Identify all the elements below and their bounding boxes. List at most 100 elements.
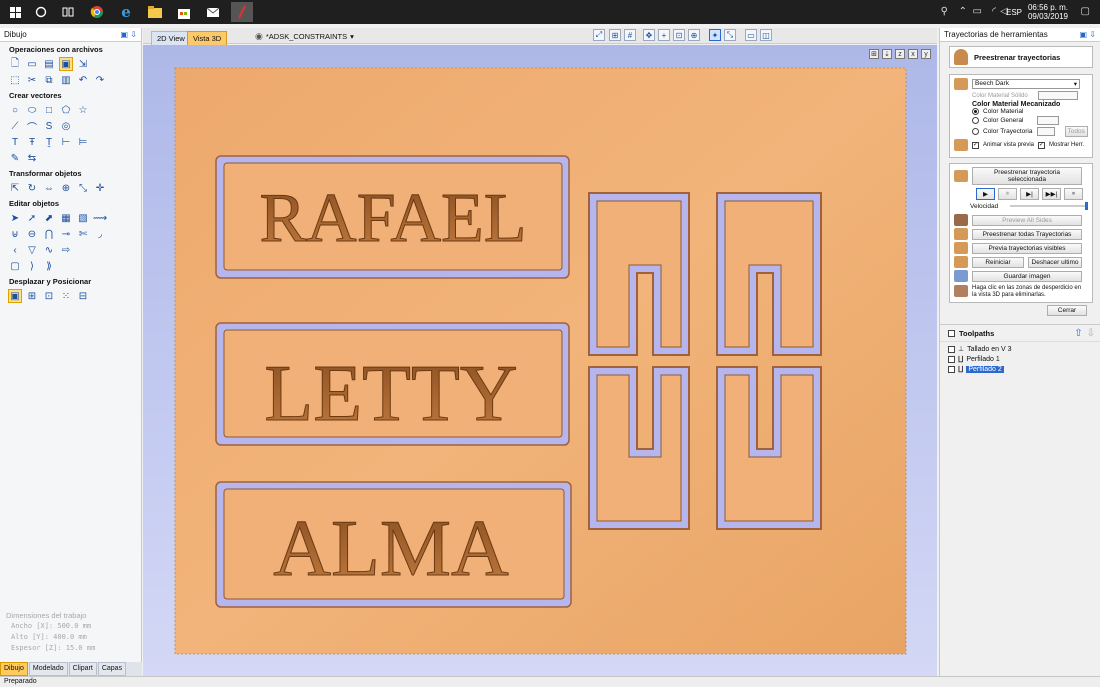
text-frame-icon[interactable]: Ŧ [25, 135, 39, 149]
pause-icon[interactable]: ⏸ [998, 188, 1017, 200]
spiral-round-icon[interactable]: ◎ [59, 119, 73, 133]
tab-dibujo[interactable]: Dibujo [0, 662, 28, 676]
rectangle-icon[interactable]: □ [42, 103, 56, 117]
toolpath-checkbox[interactable] [948, 345, 955, 353]
scale-icon[interactable]: ⤡ [76, 181, 90, 195]
reset-button[interactable]: Reiniciar [972, 256, 1024, 268]
scissors-icon[interactable]: ✄ [76, 227, 90, 241]
copy-icon[interactable]: ⧉ [42, 73, 56, 87]
grid-icon[interactable]: ⊞ [25, 289, 39, 303]
layer-selector[interactable]: ◉ *ADSK_CONSTRAINTS ▾ [255, 31, 354, 42]
group-icon[interactable]: ▦ [59, 211, 73, 225]
zoom-in-icon[interactable]: + [658, 29, 670, 41]
select-frame-icon[interactable]: ⬚ [8, 73, 22, 87]
zoom-box-icon[interactable]: ⊡ [673, 29, 685, 41]
select-icon[interactable]: ➤ [8, 211, 22, 225]
animate-checkbox[interactable]: ✓ [972, 141, 979, 149]
pan-icon[interactable]: ✥ [643, 29, 655, 41]
3d-viewport[interactable]: ⊞ ⇣ z x y RAFAEL LETTY ALMA [143, 45, 937, 676]
fillet-icon[interactable]: ◞ [93, 227, 107, 241]
toolpath-item[interactable]: ⊥ Tallado en V 3 [948, 344, 1093, 354]
center-icon[interactable]: ✛ [93, 181, 107, 195]
tile-icon[interactable]: ▣ [8, 289, 22, 303]
zoom-fit-icon[interactable]: ⊕ [688, 29, 700, 41]
solid-color-select[interactable] [1037, 91, 1078, 100]
measure-icon[interactable]: ⊢ [59, 135, 73, 149]
units-icon[interactable]: ⊞ [609, 29, 621, 41]
transform-icon[interactable]: ⬈ [42, 211, 56, 225]
people-icon[interactable]: ⚲ [941, 6, 948, 17]
fast-forward-icon[interactable]: ▶▶| [1042, 188, 1061, 200]
tab-capas[interactable]: Capas [97, 662, 127, 676]
import-icon[interactable]: ⇲ [76, 57, 90, 71]
preview-all-sides-button[interactable]: Preview All Sides [972, 214, 1082, 226]
line-icon[interactable]: ⟋ [8, 119, 22, 133]
move-transform-icon[interactable]: ⇱ [8, 181, 22, 195]
arrow-icon[interactable]: ⇨ [59, 243, 73, 257]
intersect-icon[interactable]: ⋂ [42, 227, 56, 241]
search-icon[interactable] [30, 2, 52, 22]
move-up-icon[interactable]: ⇧ [1074, 328, 1082, 339]
render-icon[interactable]: ✦ [709, 29, 721, 41]
preview-selected-button[interactable]: Preestrenar trayectoria seleccionada [972, 167, 1082, 185]
preview-all-button[interactable]: Preestrenar todas Trayectorias [972, 228, 1082, 240]
arc-icon[interactable]: ⌒ [25, 119, 39, 134]
distort-icon[interactable]: ▽ [25, 243, 39, 257]
tab-clipart[interactable]: Clipart [68, 662, 97, 676]
wifi-icon[interactable]: ◜ [992, 6, 996, 17]
star-icon[interactable]: ☆ [76, 103, 90, 117]
windows-start-icon[interactable] [4, 2, 26, 22]
toolpath-color-select[interactable] [1036, 127, 1055, 136]
new-file-icon[interactable]: 🗋 [8, 57, 22, 71]
all-button[interactable]: Todos [1064, 126, 1088, 137]
toolpath-checkbox[interactable] [948, 355, 955, 363]
open-project-icon[interactable]: ▣ [59, 57, 73, 71]
radio-toolpath-color[interactable] [972, 128, 979, 135]
preview-visible-button[interactable]: Previa trayectorias visibles [972, 242, 1082, 254]
mirror-icon[interactable]: ⇔ [42, 181, 56, 195]
vcarve-app-icon[interactable] [231, 2, 253, 22]
fit-view-icon[interactable]: ⤢ [593, 29, 605, 41]
move-icon[interactable]: ⇆ [25, 151, 39, 165]
tool-view-icon[interactable]: ⤡ [724, 29, 736, 41]
show-tool-checkbox[interactable]: ✓ [1038, 141, 1046, 149]
save-icon[interactable]: ▤ [42, 57, 56, 71]
play-icon[interactable]: ▶ [976, 188, 995, 200]
offset-icon[interactable]: ‹ [8, 243, 22, 257]
tab-2d-view[interactable]: 2D View [151, 31, 191, 46]
subtract-icon[interactable]: ⊖ [25, 227, 39, 241]
join-icon[interactable]: ⊸ [59, 227, 73, 241]
radio-general-color[interactable] [972, 117, 979, 124]
text-arc-icon[interactable]: Ṯ [42, 135, 56, 149]
tab-3d-view[interactable]: Vista 3D [187, 31, 228, 46]
polygon-icon[interactable]: ⬠ [59, 103, 73, 117]
stop-icon[interactable]: ⏹ [1064, 188, 1083, 200]
task-view-icon[interactable] [57, 2, 79, 22]
network-icon[interactable]: ▭ [973, 6, 982, 17]
align-icon[interactable]: ⊕ [59, 181, 73, 195]
bracket-right-icon[interactable]: ⟫ [42, 259, 56, 273]
draw-icon[interactable]: ✎ [8, 151, 22, 165]
ellipse-icon[interactable]: ⬭ [25, 103, 39, 117]
redo-icon[interactable]: ↷ [93, 73, 107, 87]
nest-icon[interactable]: ⊡ [42, 289, 56, 303]
paste-icon[interactable]: ▥ [59, 73, 73, 87]
edge-icon[interactable]: e [115, 2, 137, 22]
file-explorer-icon[interactable] [144, 2, 166, 22]
undo-icon[interactable]: ↶ [76, 73, 90, 87]
curve-icon[interactable]: ∿ [42, 243, 56, 257]
chrome-icon[interactable] [86, 2, 108, 22]
cut-icon[interactable]: ✂ [25, 73, 39, 87]
bracket-icon[interactable]: ⟩ [25, 259, 39, 273]
rotate-icon[interactable]: ↻ [25, 181, 39, 195]
toolpath-item[interactable]: ∐ Perfilado 1 [948, 354, 1093, 364]
material-select[interactable]: Beech Dark ▾ [972, 79, 1080, 89]
pin-icon[interactable]: ▣ ⇩ [121, 30, 137, 39]
toolpath-checkbox[interactable] [948, 365, 955, 373]
store-icon[interactable] [173, 2, 195, 22]
move-down-icon[interactable]: ⇩ [1087, 328, 1095, 339]
toolpaths-checkbox[interactable] [948, 329, 955, 337]
undo-last-button[interactable]: Deshacer ultimo [1028, 256, 1082, 268]
split-h-icon[interactable]: ▭ [745, 29, 757, 41]
layout-icon[interactable]: ⊟ [76, 289, 90, 303]
